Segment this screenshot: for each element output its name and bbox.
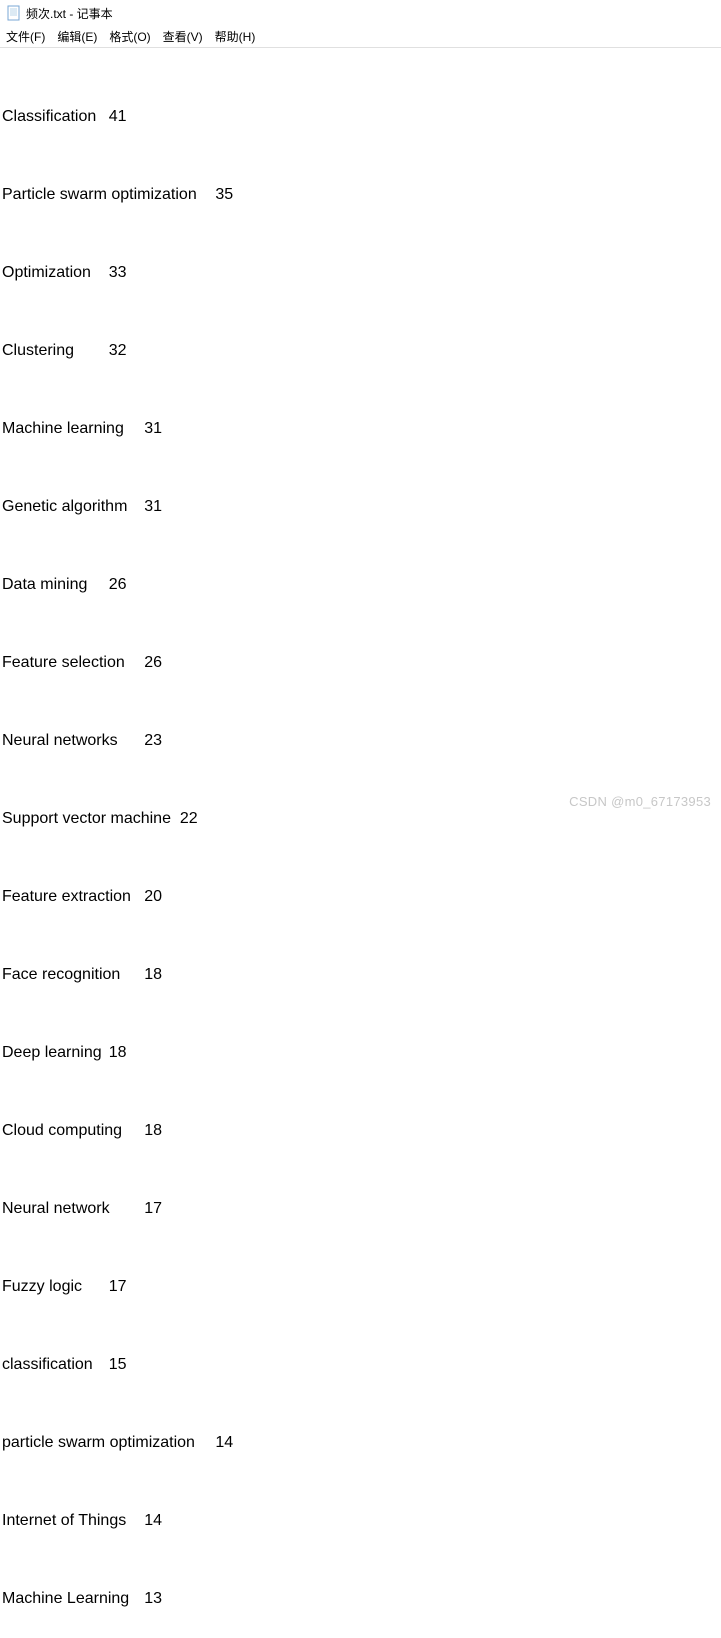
text-line: Fuzzy logic 17: [2, 1274, 719, 1300]
text-line: Optimization 33: [2, 260, 719, 286]
menu-format[interactable]: 格式(O): [109, 28, 150, 45]
text-line: Feature selection 26: [2, 650, 719, 676]
window-title: 频次.txt - 记事本: [26, 5, 113, 22]
menubar: 文件(F) 编辑(E) 格式(O) 查看(V) 帮助(H): [0, 26, 721, 48]
text-line: Face recognition 18: [2, 962, 719, 988]
text-line: Neural networks 23: [2, 728, 719, 754]
text-line: Classification 41: [2, 104, 719, 130]
text-line: particle swarm optimization 14: [2, 1430, 719, 1456]
text-line: classification 15: [2, 1352, 719, 1378]
text-line: Clustering 32: [2, 338, 719, 364]
text-line: Data mining 26: [2, 572, 719, 598]
menu-file[interactable]: 文件(F): [6, 28, 45, 45]
text-line: Machine Learning 13: [2, 1586, 719, 1612]
menu-help[interactable]: 帮助(H): [215, 28, 256, 45]
text-line: Machine learning 31: [2, 416, 719, 442]
text-line: Genetic algorithm 31: [2, 494, 719, 520]
notepad-icon: [6, 5, 22, 21]
text-line: Cloud computing 18: [2, 1118, 719, 1144]
text-line: Internet of Things 14: [2, 1508, 719, 1534]
watermark-text: CSDN @m0_67173953: [569, 794, 711, 809]
text-line: Feature extraction 20: [2, 884, 719, 910]
text-line: Deep learning 18: [2, 1040, 719, 1066]
text-line: Neural network 17: [2, 1196, 719, 1222]
menu-edit[interactable]: 编辑(E): [57, 28, 97, 45]
window-titlebar: 频次.txt - 记事本: [0, 0, 721, 26]
menu-view[interactable]: 查看(V): [163, 28, 203, 45]
text-line: Support vector machine 22: [2, 806, 719, 832]
text-line: Particle swarm optimization 35: [2, 182, 719, 208]
text-content-area[interactable]: Classification 41 Particle swarm optimiz…: [0, 48, 721, 1638]
